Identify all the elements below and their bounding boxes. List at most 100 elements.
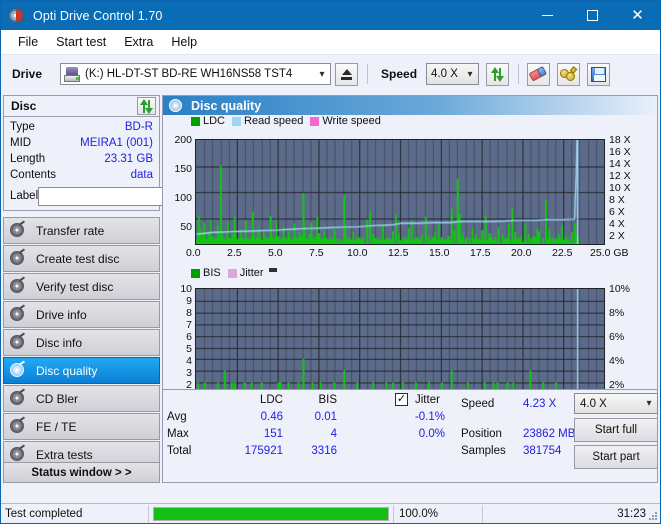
status-bar: Test completed 100.0% 31:23 (1, 503, 660, 523)
disc-icon (10, 444, 26, 462)
sidebar-nav: Transfer rate Create test disc Verify te… (3, 217, 160, 468)
sidebar-item-label: FE / TE (36, 419, 77, 434)
status-window-button[interactable]: Status window > > (3, 462, 160, 483)
bis-ytick-3: 3 (186, 367, 192, 379)
ldc-xtick-2: 5.0 (268, 247, 283, 259)
bis-ytick-4: 4 (186, 355, 192, 367)
position-stat-value: 23862 MB (523, 428, 576, 440)
key-button[interactable] (557, 62, 581, 86)
samples-stat-label: Samples (461, 445, 506, 457)
legend-label-ldc: LDC (203, 115, 226, 127)
legend-marker-extra (268, 267, 277, 272)
refresh-button[interactable] (486, 62, 510, 86)
speed-label: Speed (381, 67, 418, 81)
disc-mid-value: MEIRA1 (001) (80, 137, 153, 149)
ldc-ytick-200: 200 (174, 134, 192, 146)
save-icon (591, 66, 607, 82)
ldc-legend: LDC Read speed Write speed (191, 115, 388, 127)
disc-icon (10, 360, 26, 378)
disc-type-key: Type (10, 121, 35, 133)
menu-help[interactable]: Help (162, 32, 206, 52)
ldc-xtick-4: 10.0 (347, 247, 368, 259)
ldc-ytick-100: 100 (174, 192, 192, 204)
disc-icon (10, 332, 26, 350)
sidebar: Disc Type BD-R MID MEIRA1 (001) Length 2… (3, 95, 209, 483)
app-disc-icon (8, 7, 25, 24)
disc-row-length: Length 23.31 GB (10, 152, 153, 167)
check-icon: ✓ (396, 393, 407, 405)
sidebar-item-label: Disc info (36, 335, 83, 350)
ldc-y2tick-10: 10 X (609, 182, 631, 194)
legend-swatch-ldc (191, 116, 200, 126)
position-stat-label: Position (461, 428, 502, 440)
main-header: Disc quality (163, 96, 657, 115)
speed-select[interactable]: 4.0 X ▾ (426, 63, 480, 85)
sidebar-item-label: Disc quality (36, 363, 98, 378)
progress-bar-fill (154, 507, 388, 520)
sidebar-item-transfer-rate[interactable]: Transfer rate (3, 217, 160, 244)
stats-avg-bis: 0.01 (314, 411, 337, 423)
chevron-down-icon: ▾ (319, 68, 325, 80)
progress-bar (153, 506, 389, 521)
resize-grip[interactable] (648, 511, 658, 521)
legend-item-bis: BIS (191, 267, 221, 279)
disc-icon (10, 388, 26, 406)
stats-row-label-max: Max (167, 428, 189, 440)
drive-select[interactable]: (K:) HL-DT-ST BD-RE WH16NS58 TST4 ▾ (60, 63, 332, 85)
jitter-checkbox[interactable]: ✓ (395, 393, 408, 406)
maximize-button[interactable] (570, 1, 615, 30)
legend-item-ldc: LDC (191, 115, 225, 127)
legend-swatch-read-speed (232, 116, 242, 126)
disc-panel-header: Disc (4, 96, 159, 117)
test-speed-select[interactable]: 4.0 X ▾ (574, 393, 658, 414)
drive-toolbar: Drive (K:) HL-DT-ST BD-RE WH16NS58 TST4 … (1, 55, 660, 93)
minimize-button[interactable] (525, 1, 570, 30)
start-part-button[interactable]: Start part (574, 445, 658, 469)
disc-panel-title: Disc (11, 99, 37, 113)
legend-item-jitter: Jitter (227, 267, 264, 279)
start-full-button[interactable]: Start full (574, 418, 658, 442)
bis-ytick-5: 5 (186, 343, 192, 355)
speed-stat-label: Speed (461, 398, 495, 410)
disc-refresh-button[interactable] (137, 97, 156, 115)
ldc-xtick-5: 12.5 (388, 247, 409, 259)
ldc-y2tick-16: 16 X (609, 146, 631, 158)
samples-stat-value: 381754 (523, 445, 562, 457)
toolbar-divider-2 (518, 64, 520, 84)
chevron-down-icon: ▾ (467, 68, 473, 80)
stats-max-bis: 4 (330, 428, 337, 440)
legend-swatch-write-speed (310, 116, 320, 126)
stats-row-label-avg: Avg (167, 411, 187, 423)
sidebar-item-drive-info[interactable]: Drive info (3, 301, 160, 328)
disc-icon (10, 416, 26, 434)
sidebar-item-label: Extra tests (36, 447, 93, 462)
sidebar-item-cd-bler[interactable]: CD Bler (3, 385, 160, 412)
sidebar-item-disc-info[interactable]: Disc info (3, 329, 160, 356)
save-button[interactable] (587, 62, 611, 86)
eject-button[interactable] (335, 62, 359, 86)
legend-swatch-bis (191, 268, 200, 278)
bis-ytick-7: 7 (186, 319, 192, 331)
sidebar-item-label: Drive info (36, 307, 87, 322)
ldc-chart: LDC Read speed Write speed 200 150 100 5… (163, 115, 657, 267)
optical-drive-icon (64, 66, 81, 82)
sidebar-item-create-test-disc[interactable]: Create test disc (3, 245, 160, 272)
menu-file[interactable]: File (9, 32, 47, 52)
erase-button[interactable] (527, 62, 551, 86)
ldc-xtick-1: 2.5 (227, 247, 242, 259)
legend-swatch-jitter (227, 268, 237, 278)
menu-extra[interactable]: Extra (115, 32, 162, 52)
close-button[interactable]: ✕ (615, 1, 660, 30)
menu-start-test[interactable]: Start test (47, 32, 115, 52)
bis-ytick-8: 8 (186, 307, 192, 319)
disc-icon (10, 304, 26, 322)
stats-max-jitter: 0.0% (418, 428, 445, 440)
ldc-xtick-7: 17.5 (470, 247, 491, 259)
legend-label-write-speed: Write speed (322, 115, 381, 127)
ldc-ytick-50: 50 (180, 221, 192, 233)
sidebar-item-verify-test-disc[interactable]: Verify test disc (3, 273, 160, 300)
toolbar-divider-1 (367, 64, 369, 84)
sidebar-item-disc-quality[interactable]: Disc quality (3, 357, 160, 384)
sidebar-item-fe-te[interactable]: FE / TE (3, 413, 160, 440)
title-bar: Opti Drive Control 1.70 ✕ (1, 1, 660, 30)
